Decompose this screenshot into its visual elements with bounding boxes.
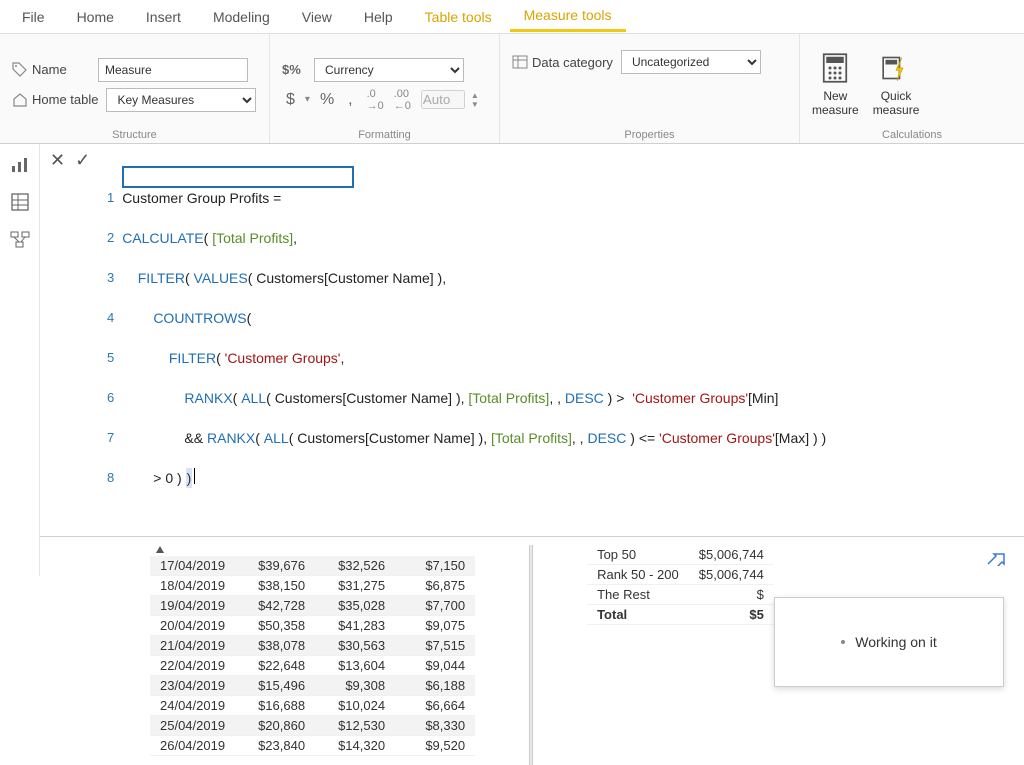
top-menu-bar: File Home Insert Modeling View Help Tabl…: [0, 0, 1024, 34]
table-row[interactable]: The Rest$: [587, 585, 774, 605]
table-row[interactable]: 19/04/2019$42,728$35,028$7,700: [150, 596, 475, 616]
left-data-table[interactable]: 17/04/2019$39,676$32,526$7,15018/04/2019…: [150, 556, 475, 756]
dec-up-button[interactable]: .00←0: [390, 88, 415, 112]
highlight-box: [122, 166, 354, 188]
measure-name-input[interactable]: [98, 58, 248, 82]
currency-button[interactable]: $: [282, 91, 299, 109]
data-category-label: Data category: [532, 55, 613, 70]
format-select[interactable]: Currency: [314, 58, 464, 82]
name-label: Name: [32, 62, 67, 77]
formula-bar: ✕ ✓ 1Customer Group Profits = 2CALCULATE…: [40, 144, 1024, 537]
table-row[interactable]: 25/04/2019$20,860$12,530$8,330: [150, 716, 475, 736]
table-row[interactable]: Top 50$5,006,744: [587, 545, 774, 565]
subscribe-badge: [986, 552, 1006, 566]
home-table-select[interactable]: Key Measures: [106, 88, 256, 112]
table-row[interactable]: 23/04/2019$15,496$9,308$6,188: [150, 676, 475, 696]
menu-insert[interactable]: Insert: [132, 3, 195, 31]
table-row[interactable]: 20/04/2019$50,358$41,283$9,075: [150, 616, 475, 636]
table-row[interactable]: 18/04/2019$38,150$31,275$6,875: [150, 576, 475, 596]
quick-measure-button[interactable]: Quick measure: [873, 53, 920, 117]
ribbon-label-properties: Properties: [512, 127, 787, 141]
data-category-select[interactable]: Uncategorized: [621, 50, 761, 74]
decimal-auto-input[interactable]: [421, 90, 465, 109]
menu-home[interactable]: Home: [63, 3, 128, 31]
percent-button[interactable]: %: [316, 91, 338, 109]
left-view-rail: [0, 144, 40, 576]
menu-help[interactable]: Help: [350, 3, 407, 31]
table-row[interactable]: 24/04/2019$16,688$10,024$6,664: [150, 696, 475, 716]
spinner-up[interactable]: ▲: [471, 91, 479, 100]
home-table-icon: [12, 92, 28, 108]
tag-icon: [12, 62, 28, 78]
data-category-icon: [512, 54, 528, 70]
loading-text: Working on it: [855, 634, 936, 650]
table-row[interactable]: 17/04/2019$39,676$32,526$7,150: [150, 556, 475, 576]
ribbon: Name Home table Key Measures Structure $…: [0, 34, 1024, 144]
model-view-icon[interactable]: [10, 230, 30, 250]
menu-measure-tools[interactable]: Measure tools: [510, 1, 626, 32]
table-row[interactable]: 22/04/2019$22,648$13,604$9,044: [150, 656, 475, 676]
right-summary-table[interactable]: Top 50$5,006,744Rank 50 - 200$5,006,744T…: [587, 545, 774, 625]
ribbon-group-calculations: New measure Quick measure Calculations: [800, 34, 1024, 143]
ribbon-label-calculations: Calculations: [812, 127, 1012, 141]
spinner-down[interactable]: ▼: [471, 100, 479, 109]
ribbon-label-structure: Structure: [12, 127, 257, 141]
ribbon-group-formatting: $% Currency $▾ % , .0→0 .00←0 ▲▼ Formatt…: [270, 34, 500, 143]
data-view-icon[interactable]: [10, 192, 30, 212]
loading-dot-icon: [841, 640, 845, 644]
new-measure-button[interactable]: New measure: [812, 53, 859, 117]
table-total-row: Total$5: [587, 605, 774, 625]
menu-view[interactable]: View: [288, 3, 346, 31]
ribbon-group-structure: Name Home table Key Measures Structure: [0, 34, 270, 143]
table-row[interactable]: 21/04/2019$38,078$30,563$7,515: [150, 636, 475, 656]
table-row[interactable]: Rank 50 - 200$5,006,744: [587, 565, 774, 585]
dax-editor[interactable]: 1Customer Group Profits = 2CALCULATE( [T…: [100, 144, 1024, 536]
cancel-formula-icon[interactable]: ✕: [50, 150, 65, 171]
report-view-icon[interactable]: [10, 154, 30, 174]
format-prefix-label: $%: [282, 62, 306, 77]
menu-file[interactable]: File: [8, 3, 59, 31]
commit-formula-icon[interactable]: ✓: [75, 150, 90, 171]
vertical-divider[interactable]: [529, 545, 533, 765]
dec-down-button[interactable]: .0→0: [363, 88, 388, 112]
calculator-icon: [821, 53, 849, 89]
home-table-label: Home table: [32, 92, 98, 107]
comma-button[interactable]: ,: [344, 91, 356, 109]
ribbon-group-properties: Data category Uncategorized Properties: [500, 34, 800, 143]
table-row[interactable]: 26/04/2019$23,840$14,320$9,520: [150, 736, 475, 756]
ribbon-label-formatting: Formatting: [282, 127, 487, 141]
menu-table-tools[interactable]: Table tools: [411, 3, 506, 31]
quick-calc-icon: [882, 53, 910, 89]
text-caret-icon: [194, 468, 195, 484]
menu-modeling[interactable]: Modeling: [199, 3, 284, 31]
sort-ascending-icon[interactable]: [156, 546, 164, 553]
loading-tooltip: Working on it: [774, 597, 1004, 687]
